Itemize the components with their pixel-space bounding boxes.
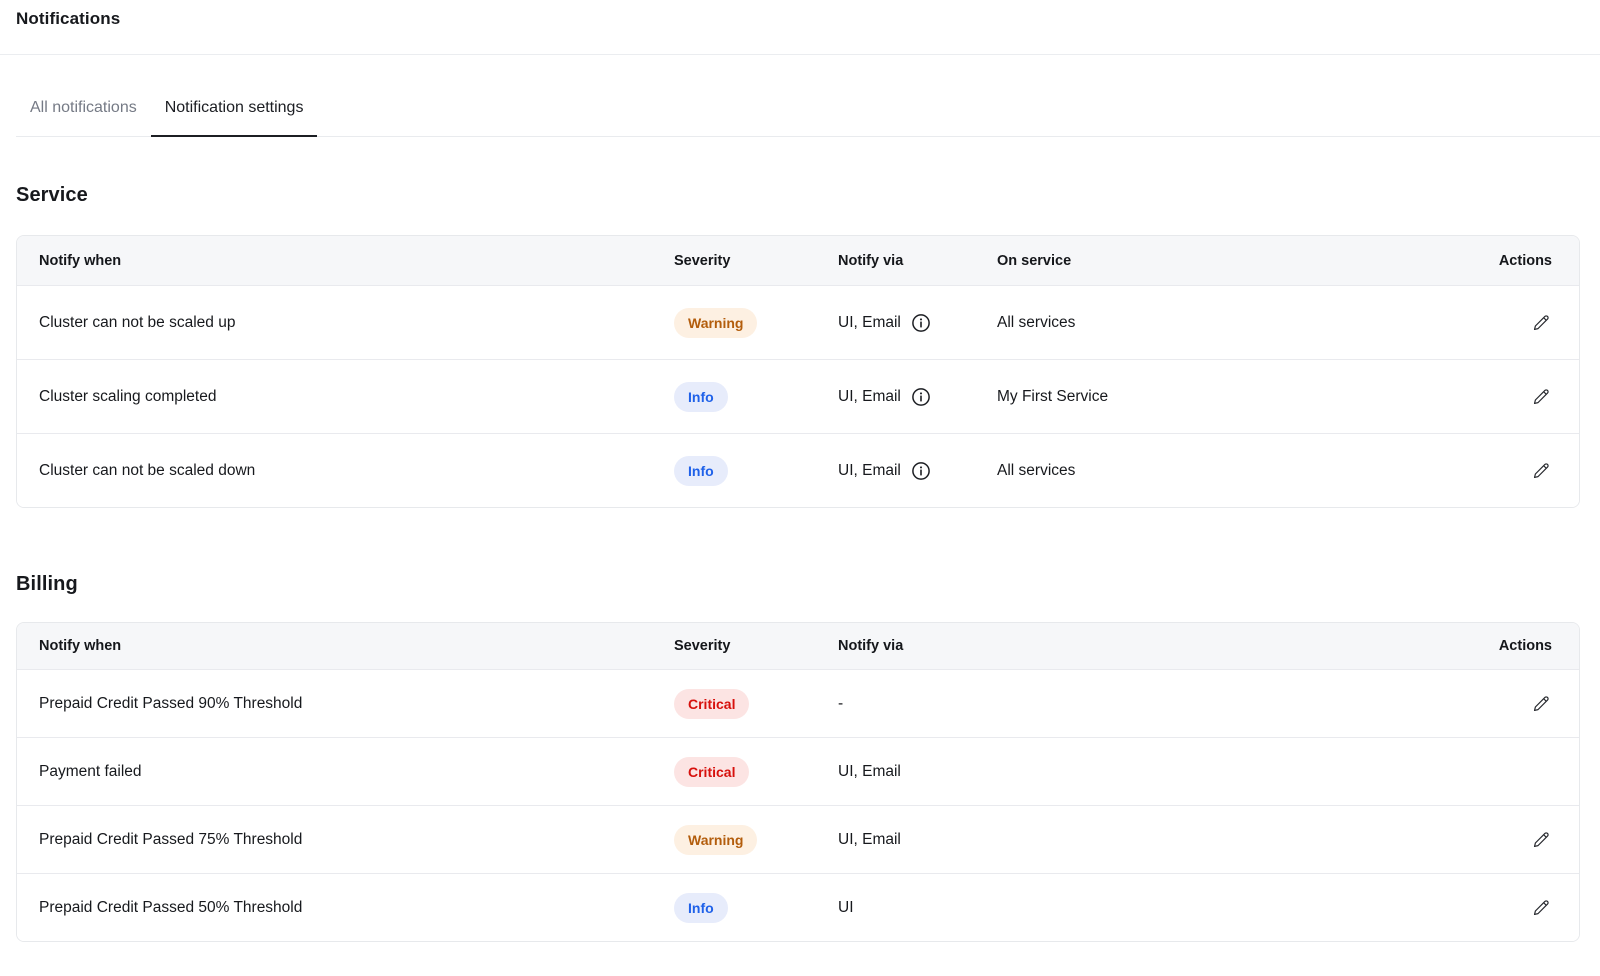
col-header-notify-when: Notify when bbox=[39, 253, 674, 269]
col-header-on-service: On service bbox=[997, 253, 1492, 269]
pencil-icon bbox=[1532, 899, 1550, 917]
severity-badge: Warning bbox=[674, 308, 757, 338]
info-icon[interactable] bbox=[911, 313, 931, 333]
table-row: Prepaid Credit Passed 75% Threshold Warn… bbox=[17, 805, 1579, 873]
service-table-header: Notify when Severity Notify via On servi… bbox=[17, 236, 1579, 285]
table-row: Payment failed Critical UI, Email bbox=[17, 737, 1579, 805]
edit-button[interactable] bbox=[1530, 386, 1552, 408]
severity-badge: Info bbox=[674, 893, 728, 923]
on-service-cell: My First Service bbox=[997, 388, 1492, 406]
col-header-notify-via: Notify via bbox=[838, 638, 1492, 654]
notify-via-cell: UI, Email bbox=[838, 831, 1492, 849]
billing-table-header: Notify when Severity Notify via Actions bbox=[17, 623, 1579, 669]
col-header-actions: Actions bbox=[1492, 638, 1552, 654]
col-header-notify-when: Notify when bbox=[39, 638, 674, 654]
pencil-icon bbox=[1532, 831, 1550, 849]
table-row: Cluster can not be scaled down Info UI, … bbox=[17, 433, 1579, 507]
col-header-severity: Severity bbox=[674, 253, 838, 269]
service-table: Notify when Severity Notify via On servi… bbox=[16, 235, 1580, 508]
table-row: Cluster scaling completed Info UI, Email… bbox=[17, 359, 1579, 433]
table-row: Cluster can not be scaled up Warning UI,… bbox=[17, 285, 1579, 359]
on-service-cell: All services bbox=[997, 462, 1492, 480]
table-row: Prepaid Credit Passed 50% Threshold Info… bbox=[17, 873, 1579, 941]
severity-badge: Info bbox=[674, 456, 728, 486]
pencil-icon bbox=[1532, 462, 1550, 480]
edit-button[interactable] bbox=[1530, 829, 1552, 851]
tab-all-notifications[interactable]: All notifications bbox=[16, 96, 151, 137]
edit-button[interactable] bbox=[1530, 460, 1552, 482]
notify-when-cell: Cluster scaling completed bbox=[39, 388, 674, 406]
severity-badge: Warning bbox=[674, 825, 757, 855]
notify-via-cell: UI, Email bbox=[838, 763, 1492, 781]
notify-when-cell: Cluster can not be scaled up bbox=[39, 314, 674, 332]
severity-badge: Critical bbox=[674, 689, 749, 719]
notify-when-cell: Payment failed bbox=[39, 763, 674, 781]
pencil-icon bbox=[1532, 314, 1550, 332]
info-icon[interactable] bbox=[911, 387, 931, 407]
severity-badge: Info bbox=[674, 382, 728, 412]
notify-via-cell: - bbox=[838, 695, 1492, 713]
billing-section-title: Billing bbox=[16, 572, 1580, 596]
on-service-cell: All services bbox=[997, 314, 1492, 332]
notify-via-cell: UI, Email bbox=[838, 388, 901, 406]
edit-button[interactable] bbox=[1530, 312, 1552, 334]
col-header-actions: Actions bbox=[1492, 253, 1552, 269]
notify-via-cell: UI, Email bbox=[838, 462, 901, 480]
severity-badge: Critical bbox=[674, 757, 749, 787]
notify-via-cell: UI, Email bbox=[838, 314, 901, 332]
info-icon[interactable] bbox=[911, 461, 931, 481]
billing-section: Billing Notify when Severity Notify via … bbox=[16, 572, 1580, 942]
edit-button[interactable] bbox=[1530, 693, 1552, 715]
notify-when-cell: Prepaid Credit Passed 50% Threshold bbox=[39, 899, 674, 917]
pencil-icon bbox=[1532, 388, 1550, 406]
notify-when-cell: Prepaid Credit Passed 75% Threshold bbox=[39, 831, 674, 849]
pencil-icon bbox=[1532, 695, 1550, 713]
tab-notification-settings[interactable]: Notification settings bbox=[151, 96, 318, 137]
col-header-severity: Severity bbox=[674, 638, 838, 654]
notify-via-cell: UI bbox=[838, 899, 1492, 917]
billing-table: Notify when Severity Notify via Actions … bbox=[16, 622, 1580, 942]
table-row: Prepaid Credit Passed 90% Threshold Crit… bbox=[17, 669, 1579, 737]
notifications-content: Service Notify when Severity Notify via … bbox=[0, 183, 1600, 942]
edit-button[interactable] bbox=[1530, 897, 1552, 919]
tabs-bar: All notifications Notification settings bbox=[16, 96, 1600, 137]
page-title: Notifications bbox=[16, 8, 1600, 30]
service-section: Service Notify when Severity Notify via … bbox=[16, 183, 1580, 508]
service-section-title: Service bbox=[16, 183, 1580, 207]
notify-when-cell: Cluster can not be scaled down bbox=[39, 462, 674, 480]
notify-when-cell: Prepaid Credit Passed 90% Threshold bbox=[39, 695, 674, 713]
col-header-notify-via: Notify via bbox=[838, 253, 997, 269]
top-bar: Notifications bbox=[0, 0, 1600, 55]
